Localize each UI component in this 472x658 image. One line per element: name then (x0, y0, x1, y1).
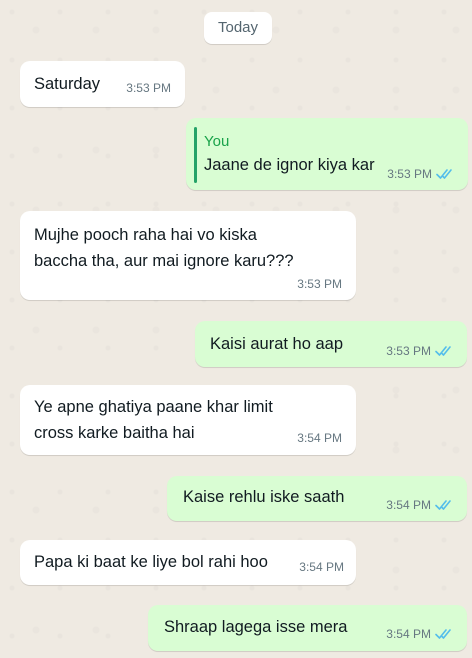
message-time: 3:54 PM (386, 498, 431, 512)
message-bubble-outgoing[interactable]: You Jaane de ignor kiya kar 3:53 PM (186, 118, 468, 190)
message-bubble-outgoing[interactable]: Kaisi aurat ho aap 3:53 PM (195, 321, 467, 367)
message-time: 3:54 PM (297, 431, 342, 445)
quote-author: You (204, 133, 230, 150)
double-check-icon (435, 629, 451, 639)
message-bubble-incoming[interactable]: Papa ki baat ke liye bol rahi hoo 3:54 P… (20, 540, 356, 585)
message-meta: 3:53 PM (387, 167, 454, 181)
message-text: Papa ki baat ke liye bol rahi hoo (34, 553, 268, 571)
message-text: Jaane de ignor kiya kar (204, 156, 375, 174)
message-bubble-outgoing[interactable]: Kaise rehlu iske saath 3:54 PM (167, 476, 467, 521)
message-time: 3:54 PM (299, 560, 344, 574)
message-time: 3:53 PM (386, 344, 431, 358)
message-text: Kaise rehlu iske saath (183, 488, 345, 506)
message-bubble-outgoing[interactable]: Shraap lagega isse mera 3:54 PM (148, 605, 467, 651)
message-text: Saturday (34, 75, 101, 93)
date-divider: Today (204, 12, 272, 44)
message-text: Ye apne ghatiya paane khar limit cross k… (34, 398, 273, 442)
message-bubble-incoming[interactable]: Ye apne ghatiya paane khar limit cross k… (20, 385, 356, 455)
chat-background: Today Saturday 3:53 PM You Jaane de igno… (0, 0, 472, 658)
message-meta: 3:53 PM (386, 344, 453, 358)
message-meta: 3:54 PM (386, 627, 453, 641)
message-bubble-incoming[interactable]: Saturday 3:53 PM (20, 61, 185, 107)
double-check-icon (435, 500, 451, 510)
message-text: Mujhe pooch raha hai vo kiska baccha tha… (34, 226, 294, 270)
message-text: Shraap lagega isse mera (164, 618, 348, 636)
message-time: 3:53 PM (297, 277, 342, 291)
double-check-icon (436, 169, 452, 179)
message-text: Kaisi aurat ho aap (210, 335, 344, 353)
message-time: 3:53 PM (387, 167, 432, 181)
message-time: 3:54 PM (386, 627, 431, 641)
quote-accent-bar (194, 127, 197, 183)
message-meta: 3:54 PM (386, 498, 453, 512)
double-check-icon (435, 346, 451, 356)
message-time: 3:53 PM (126, 81, 171, 95)
message-bubble-incoming[interactable]: Mujhe pooch raha hai vo kiska baccha tha… (20, 211, 356, 300)
